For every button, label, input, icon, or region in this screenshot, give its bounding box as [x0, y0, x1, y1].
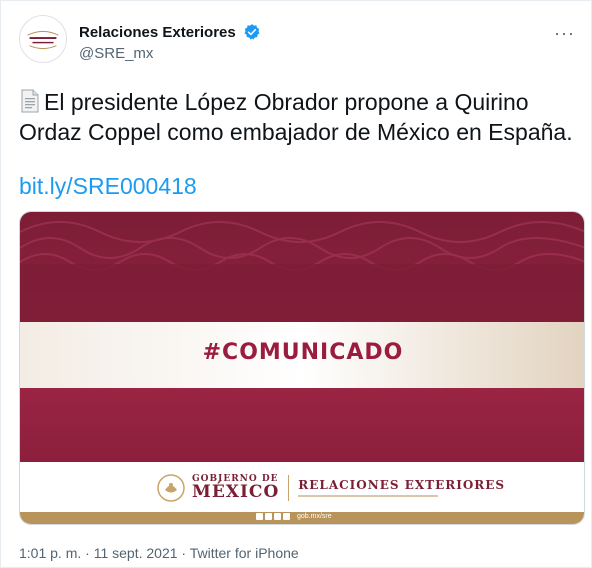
instagram-icon: [274, 513, 281, 520]
social-url: gob.mx/sre: [297, 513, 332, 520]
dependency-underline: [298, 495, 439, 497]
tweet-header: Relaciones Exteriores @SRE_mx ···: [19, 15, 579, 63]
mexico-label: MÉXICO: [192, 482, 280, 502]
meta-separator-2: ·: [177, 545, 190, 561]
gobierno-logo: GOBIERNO DE MÉXICO RELACIONES EXTERIORES: [156, 470, 505, 506]
page-facing-up-icon: [21, 89, 39, 113]
hashtag-comunicado: #COMUNICADO: [202, 340, 404, 365]
tweet-text: El presidente López Obrador propone a Qu…: [19, 87, 575, 147]
twitter-icon: [265, 513, 272, 520]
account-names: Relaciones Exteriores @SRE_mx: [79, 23, 261, 62]
tweet-body: El presidente López Obrador propone a Qu…: [19, 89, 573, 145]
tweet-container: Relaciones Exteriores @SRE_mx ··· El pre…: [0, 0, 592, 568]
social-strip: gob.mx/sre: [20, 512, 584, 524]
dependency-block: RELACIONES EXTERIORES: [298, 479, 505, 497]
sre-logo: [20, 16, 66, 62]
avatar[interactable]: [19, 15, 67, 63]
more-options-icon[interactable]: ···: [554, 23, 575, 44]
mexico-seal-icon: [157, 474, 185, 502]
social-row: gob.mx/sre: [256, 513, 332, 520]
media-card[interactable]: #COMUNICADO GOBIERNO DE MÉXICO RELACIONE…: [19, 211, 585, 525]
tweet-time[interactable]: 1:01 p. m.: [19, 545, 81, 561]
account-handle[interactable]: @SRE_mx: [79, 45, 261, 62]
gobierno-text: GOBIERNO DE MÉXICO: [192, 475, 279, 501]
facebook-icon: [256, 513, 263, 520]
logo-divider: [288, 475, 290, 501]
dependency-name: RELACIONES EXTERIORES: [298, 478, 506, 492]
youtube-icon: [283, 513, 290, 520]
display-name[interactable]: Relaciones Exteriores: [79, 24, 236, 41]
tweet-link[interactable]: bit.ly/SRE000418: [19, 173, 197, 200]
meta-separator: ·: [81, 545, 94, 561]
tweet-meta: 1:01 p. m. · 11 sept. 2021 · Twitter for…: [19, 545, 299, 561]
verified-badge-icon: [244, 24, 260, 40]
tweet-date[interactable]: 11 sept. 2021: [94, 545, 178, 561]
tweet-source[interactable]: Twitter for iPhone: [190, 545, 299, 561]
